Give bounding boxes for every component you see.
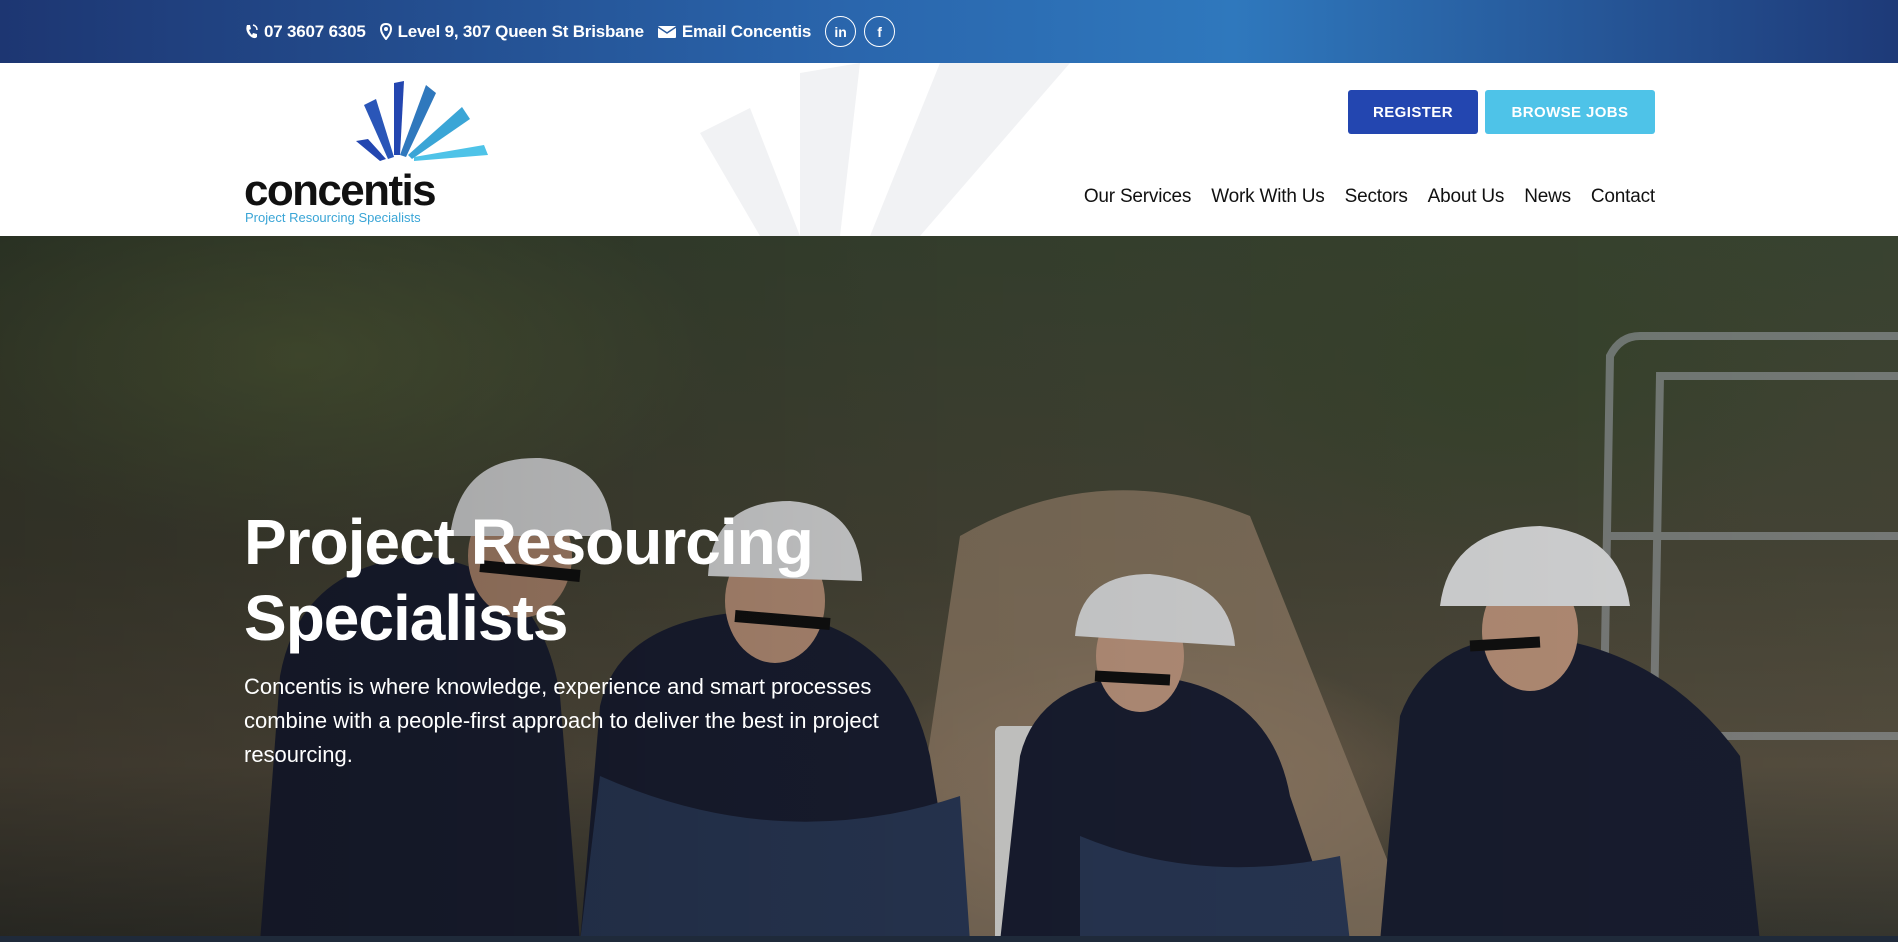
browse-jobs-button[interactable]: BROWSE JOBS (1485, 90, 1655, 134)
email-label: Email Concentis (681, 21, 812, 41)
hero-banner: Project Resourcing Specialists Concentis… (0, 236, 1898, 942)
email-link[interactable]: Email Concentis (657, 21, 812, 42)
nav-item-about-us[interactable]: About Us (1428, 186, 1505, 208)
hero-bottom-strip (0, 936, 1898, 942)
address-link[interactable]: Level 9, 307 Queen St Brisbane (379, 21, 644, 42)
map-pin-icon (379, 23, 392, 40)
facebook-icon[interactable]: f (864, 16, 896, 47)
top-contact-bar-inner: 07 3607 6305 Level 9, 307 Queen St Brisb… (244, 0, 903, 63)
nav-item-work-with-us[interactable]: Work With Us (1211, 186, 1325, 208)
phone-number: 07 3607 6305 (264, 21, 366, 41)
nav-item-news[interactable]: News (1524, 186, 1571, 208)
top-contact-bar: 07 3607 6305 Level 9, 307 Queen St Brisb… (0, 0, 1898, 63)
watermark-logo-icon (700, 63, 1070, 236)
logo-burst-icon (356, 81, 488, 161)
facebook-label: f (877, 23, 882, 40)
site-header: concentis Project Resourcing Specialists… (0, 63, 1898, 236)
main-nav: Our Services Work With Us Sectors About … (1064, 186, 1655, 208)
phone-link[interactable]: 07 3607 6305 (244, 22, 366, 42)
logo-tagline: Project Resourcing Specialists (245, 210, 421, 225)
phone-icon (246, 23, 258, 38)
linkedin-icon[interactable]: in (825, 16, 857, 47)
concentis-logo[interactable]: concentis Project Resourcing Specialists (244, 81, 504, 231)
nav-item-our-services[interactable]: Our Services (1084, 186, 1192, 208)
hero-text-block: Project Resourcing Specialists Concentis… (244, 504, 924, 772)
nav-item-contact[interactable]: Contact (1591, 186, 1655, 208)
logo-wordmark: concentis (244, 166, 437, 215)
linkedin-label: in (834, 23, 847, 40)
nav-item-sectors[interactable]: Sectors (1345, 186, 1408, 208)
address-text: Level 9, 307 Queen St Brisbane (397, 21, 644, 41)
envelope-icon (657, 25, 676, 38)
hero-description: Concentis is where knowledge, experience… (244, 674, 879, 767)
register-button[interactable]: REGISTER (1348, 90, 1478, 134)
hero-title: Project Resourcing Specialists (244, 506, 814, 654)
